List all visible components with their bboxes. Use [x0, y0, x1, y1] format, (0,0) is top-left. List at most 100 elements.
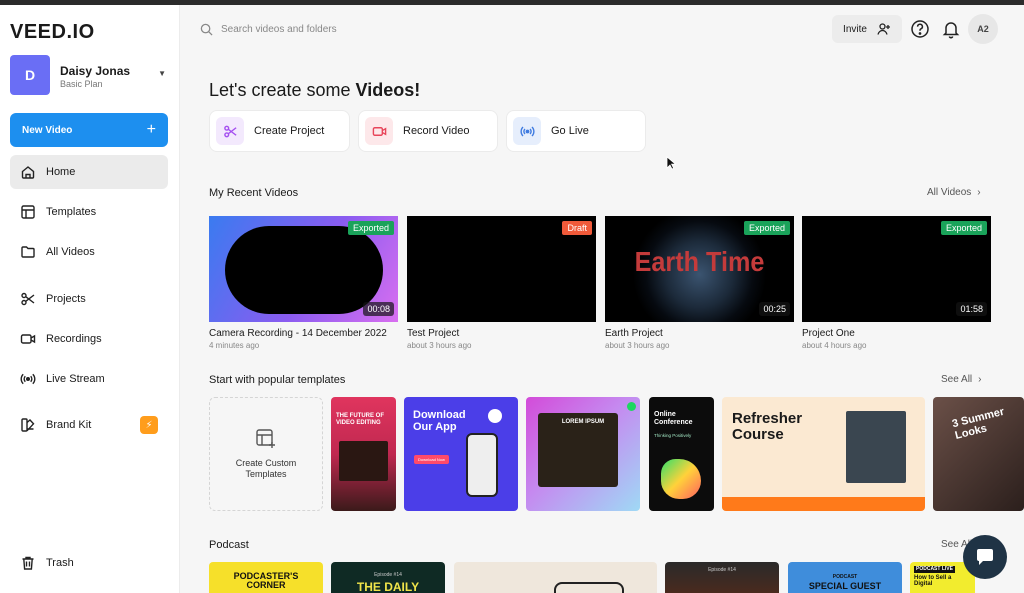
video-overlay-text: Earth Time — [634, 246, 765, 277]
status-badge: Exported — [743, 221, 790, 235]
account-switcher[interactable]: D Daisy Jonas Basic Plan ▼ — [10, 55, 170, 95]
template-card[interactable]: Online Conference Thinking Positively — [649, 397, 714, 511]
chat-button[interactable] — [963, 535, 1007, 579]
templates-see-all-link[interactable]: See All › — [941, 374, 981, 385]
template-card-text: 3 Summer Looks — [950, 405, 1006, 442]
notifications-button[interactable] — [940, 18, 962, 40]
duration-badge: 00:25 — [759, 302, 790, 316]
video-thumbnail[interactable]: Earth Time Exported 00:25 — [605, 216, 794, 322]
video-time: 4 minutes ago — [209, 341, 260, 350]
scissors-icon — [216, 117, 244, 145]
video-card[interactable]: Earth Time Exported 00:25 Earth Project … — [605, 216, 794, 350]
sidebar-item-label: Home — [46, 166, 76, 178]
video-card[interactable]: Exported 01:58 Project One about 4 hours… — [802, 216, 991, 350]
brand-kit-icon — [21, 418, 35, 432]
video-time: about 3 hours ago — [407, 341, 472, 350]
podcast-card-text: SPECIAL GUEST — [808, 581, 882, 591]
home-icon — [21, 166, 35, 179]
video-thumbnail[interactable]: Exported 00:08 — [209, 216, 398, 322]
sidebar-item-recordings[interactable]: Recordings — [10, 322, 168, 356]
sidebar-item-projects[interactable]: Projects — [10, 282, 168, 316]
template-card[interactable]: 3 Summer Looks — [933, 397, 1024, 511]
broadcast-icon — [20, 373, 36, 385]
podcast-card[interactable]: PODCASTER'S CORNER — [209, 562, 323, 593]
phone-icon — [466, 433, 498, 497]
sidebar-item-all-videos[interactable]: All Videos — [10, 235, 168, 269]
all-videos-link[interactable]: All Videos › — [927, 187, 981, 198]
sidebar: VEED.IO D Daisy Jonas Basic Plan ▼ New V… — [0, 5, 180, 593]
go-live-label: Go Live — [551, 125, 589, 137]
podcast-card[interactable]: PODCAST SPECIAL GUEST — [788, 562, 902, 593]
sidebar-item-label: Templates — [46, 206, 97, 218]
video-title: Camera Recording - 14 December 2022 — [209, 328, 387, 339]
see-all-label: See All — [941, 374, 973, 385]
new-video-button[interactable]: New Video + — [10, 113, 168, 147]
sidebar-item-live-stream[interactable]: Live Stream — [10, 362, 168, 396]
user-avatar[interactable]: A2 — [968, 14, 998, 44]
broadcast-icon — [513, 117, 541, 145]
search-bar[interactable]: Search videos and folders — [200, 18, 600, 40]
podcast-card-subtext: PODCAST — [832, 574, 858, 580]
template-card-text: LOREM IPSUM — [561, 419, 605, 425]
template-card-text: Online Conference — [654, 411, 693, 427]
invite-button[interactable]: Invite — [832, 15, 902, 43]
account-avatar: D — [10, 55, 50, 95]
new-video-label: New Video — [22, 124, 73, 136]
sidebar-item-templates[interactable]: Templates — [10, 195, 168, 229]
podcast-card-subtext: PODCAST LIVE — [914, 566, 955, 573]
plus-icon: + — [146, 121, 156, 138]
video-thumbnail[interactable]: Draft — [407, 216, 596, 322]
template-person-image — [339, 441, 388, 481]
sidebar-item-label: Brand Kit — [46, 419, 92, 431]
page-title-prefix: Let's create some — [209, 80, 356, 100]
duration-badge: 01:58 — [956, 302, 987, 316]
camera-icon — [20, 334, 36, 344]
template-card[interactable]: Refresher Course — [722, 397, 925, 511]
search-icon — [200, 23, 213, 36]
sidebar-item-home[interactable]: Home — [10, 155, 168, 189]
create-custom-template-button[interactable]: Create Custom Templates — [209, 397, 323, 511]
duration-badge: 00:08 — [363, 302, 394, 316]
create-project-button[interactable]: Create Project — [209, 110, 350, 152]
template-card-text: Refresher Course — [732, 410, 803, 443]
template-card[interactable]: THE FUTURE OF VIDEO EDITING — [331, 397, 396, 511]
sidebar-item-trash[interactable]: Trash — [10, 546, 168, 580]
camera-icon — [365, 117, 393, 145]
podcast-card[interactable]: Episode #14 THE DAILY — [331, 562, 445, 593]
lightning-icon: ⚡ — [140, 416, 158, 434]
video-title: Earth Project — [605, 328, 663, 339]
all-videos-label: All Videos — [927, 187, 972, 198]
templates-icon — [21, 205, 35, 219]
sidebar-item-label: Recordings — [46, 333, 102, 345]
template-photo — [846, 411, 906, 483]
invite-label: Invite — [843, 23, 867, 35]
page-title-bold: Videos! — [355, 80, 421, 100]
sidebar-item-brand-kit[interactable]: Brand Kit ⚡ — [10, 408, 168, 442]
search-input[interactable]: Search videos and folders — [221, 24, 337, 35]
podcast-card[interactable] — [454, 562, 657, 593]
recent-videos-title: My Recent Videos — [209, 187, 299, 199]
help-button[interactable] — [909, 18, 931, 40]
add-user-icon — [877, 23, 890, 35]
record-video-button[interactable]: Record Video — [358, 110, 498, 152]
sidebar-item-label: Live Stream — [46, 373, 105, 385]
video-title: Project One — [802, 328, 855, 339]
templates-section-title: Start with popular templates — [209, 374, 346, 386]
video-card[interactable]: Exported 00:08 Camera Recording - 14 Dec… — [209, 216, 398, 350]
video-thumbnail[interactable]: Exported 01:58 — [802, 216, 991, 322]
template-shape — [661, 459, 701, 499]
chat-icon — [977, 549, 993, 565]
template-card[interactable]: Download Our App Download Now — [404, 397, 518, 511]
app-logo[interactable]: VEED.IO — [10, 21, 95, 44]
podcast-card[interactable]: Episode #14 — [665, 562, 779, 593]
account-name: Daisy Jonas — [60, 64, 131, 78]
video-card[interactable]: Draft Test Project about 3 hours ago — [407, 216, 596, 350]
record-video-label: Record Video — [403, 125, 470, 137]
podcast-section-title: Podcast — [209, 539, 249, 551]
template-card[interactable]: LOREM IPSUM — [526, 397, 640, 511]
go-live-button[interactable]: Go Live — [506, 110, 646, 152]
scissors-icon — [21, 292, 35, 306]
sidebar-item-label: Projects — [46, 293, 86, 305]
folder-icon — [21, 246, 35, 258]
music-icon — [627, 402, 636, 411]
